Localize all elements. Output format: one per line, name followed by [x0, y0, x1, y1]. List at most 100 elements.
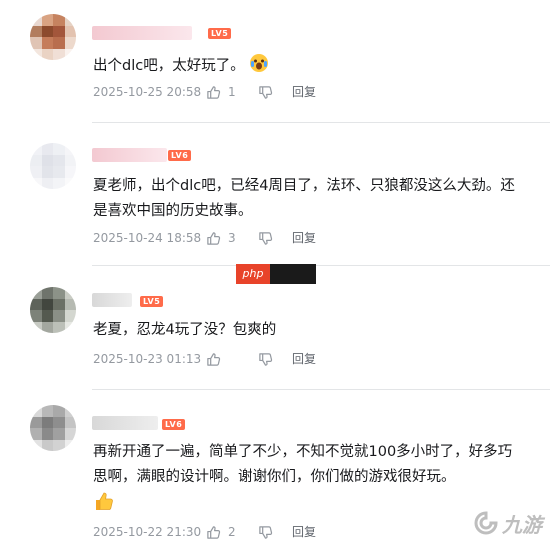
avatar-mosaic-cell: [53, 405, 65, 417]
level-badge: LV5: [140, 296, 164, 307]
avatar-mosaic-cell: [53, 48, 65, 60]
timestamp: 2025-10-22 21:30: [93, 525, 202, 539]
avatar-mosaic-cell: [41, 166, 53, 178]
avatar-mosaic-cell: [53, 439, 65, 451]
avatar-mosaic-cell: [30, 416, 42, 428]
username-blurred[interactable]: [92, 148, 167, 162]
avatar-mosaic-cell: [41, 14, 53, 26]
avatar-mosaic-cell: [30, 310, 42, 322]
thumbs-down-icon[interactable]: [258, 525, 273, 540]
timestamp: 2025-10-24 18:58: [93, 231, 202, 245]
thumbs-up-icon[interactable]: [206, 85, 221, 100]
avatar-mosaic-cell: [53, 416, 65, 428]
avatar-mosaic-cell: [41, 298, 53, 310]
avatar-mosaic-cell: [41, 287, 53, 299]
avatar-mosaic-cell: [64, 37, 76, 49]
php-banner: php: [236, 264, 316, 284]
avatar-mosaic-cell: [64, 25, 76, 37]
username-blurred[interactable]: [92, 293, 132, 307]
level-badge: LV5: [208, 28, 232, 39]
like-count: 1: [228, 85, 236, 99]
username-blurred[interactable]: [92, 416, 158, 430]
avatar-mosaic-cell: [64, 428, 76, 440]
avatar-mosaic-cell: [30, 25, 42, 37]
avatar-mosaic-cell: [30, 321, 42, 333]
thumbs-up-icon[interactable]: [206, 231, 221, 246]
avatar-mosaic-cell: [30, 428, 42, 440]
comment-meta: 2025-10-23 01:13 回复: [93, 350, 316, 368]
comment-text: 再新开通了一遍，简单了不少，不知不觉就100多小时了，好多巧思啊，满眼的设计啊。…: [93, 440, 523, 521]
avatar-mosaic-cell: [41, 439, 53, 451]
divider: [92, 389, 550, 390]
reply-button[interactable]: 回复: [292, 350, 316, 368]
avatar-mosaic-cell: [64, 166, 76, 178]
timestamp: 2025-10-23 01:13: [93, 352, 202, 366]
thumbs-down-icon[interactable]: [258, 352, 273, 367]
wow-face-emoji-icon: [249, 53, 269, 82]
avatar-mosaic-cell: [30, 298, 42, 310]
comment-text-body: 再新开通了一遍，简单了不少，不知不觉就100多小时了，好多巧思啊，满眼的设计啊。…: [93, 444, 513, 485]
php-badge: php: [236, 264, 270, 284]
level-badge: LV6: [162, 419, 186, 430]
avatar-mosaic-cell: [30, 143, 42, 155]
like-count: 2: [228, 525, 236, 539]
avatar-mosaic-cell: [41, 428, 53, 440]
avatar-mosaic-cell: [30, 405, 42, 417]
avatar-mosaic-cell: [53, 310, 65, 322]
avatar-mosaic-cell: [64, 310, 76, 322]
jiuyou-watermark: 九游: [473, 509, 542, 537]
avatar-mosaic-cell: [53, 287, 65, 299]
level-badge: LV6: [168, 150, 192, 161]
comment-text: 出个dlc吧，太好玩了。: [93, 53, 523, 82]
avatar-mosaic-cell: [30, 154, 42, 166]
thumbs-up-icon[interactable]: [206, 352, 221, 367]
avatar-mosaic-cell: [53, 25, 65, 37]
username-blurred[interactable]: [92, 26, 192, 40]
avatar-mosaic-cell: [64, 177, 76, 189]
timestamp: 2025-10-25 20:58: [93, 85, 202, 99]
watermark-text: 九游: [502, 512, 542, 537]
avatar-mosaic-cell: [30, 287, 42, 299]
reply-button[interactable]: 回复: [292, 523, 316, 541]
avatar-mosaic-cell: [53, 143, 65, 155]
avatar-mosaic-cell: [64, 416, 76, 428]
avatar-mosaic-cell: [30, 439, 42, 451]
avatar-mosaic-cell: [64, 14, 76, 26]
thumbs-up-emoji-icon: [93, 490, 115, 521]
comment-meta: 2025-10-25 20:58 1 回复: [93, 83, 316, 101]
avatar[interactable]: [30, 405, 76, 451]
comment-meta: 2025-10-22 21:30 2 回复: [93, 523, 316, 541]
avatar-mosaic-cell: [64, 48, 76, 60]
reply-button[interactable]: 回复: [292, 83, 316, 101]
avatar-mosaic-cell: [30, 37, 42, 49]
avatar-mosaic-cell: [64, 439, 76, 451]
avatar-mosaic-cell: [41, 405, 53, 417]
divider: [92, 122, 550, 123]
avatar-mosaic-cell: [41, 37, 53, 49]
avatar[interactable]: [30, 14, 76, 60]
thumbs-down-icon[interactable]: [258, 231, 273, 246]
jiuyou-logo-icon: [474, 511, 498, 535]
thumbs-down-icon[interactable]: [258, 85, 273, 100]
thumbs-up-icon[interactable]: [206, 525, 221, 540]
avatar-mosaic-cell: [41, 25, 53, 37]
avatar-mosaic-cell: [53, 321, 65, 333]
avatar-mosaic-cell: [64, 287, 76, 299]
avatar[interactable]: [30, 143, 76, 189]
avatar-mosaic-cell: [64, 154, 76, 166]
avatar-mosaic-cell: [53, 154, 65, 166]
avatar-mosaic-cell: [41, 143, 53, 155]
avatar-mosaic-cell: [64, 143, 76, 155]
avatar-mosaic-cell: [41, 154, 53, 166]
avatar-mosaic-cell: [53, 37, 65, 49]
divider: [92, 265, 550, 266]
avatar-mosaic-cell: [53, 177, 65, 189]
reply-button[interactable]: 回复: [292, 229, 316, 247]
comment-text-body: 出个dlc吧，太好玩了。: [93, 58, 245, 74]
avatar-mosaic-cell: [64, 405, 76, 417]
avatar-mosaic-cell: [53, 298, 65, 310]
avatar-mosaic-cell: [64, 298, 76, 310]
avatar-mosaic-cell: [30, 14, 42, 26]
avatar-mosaic-cell: [41, 310, 53, 322]
avatar[interactable]: [30, 287, 76, 333]
